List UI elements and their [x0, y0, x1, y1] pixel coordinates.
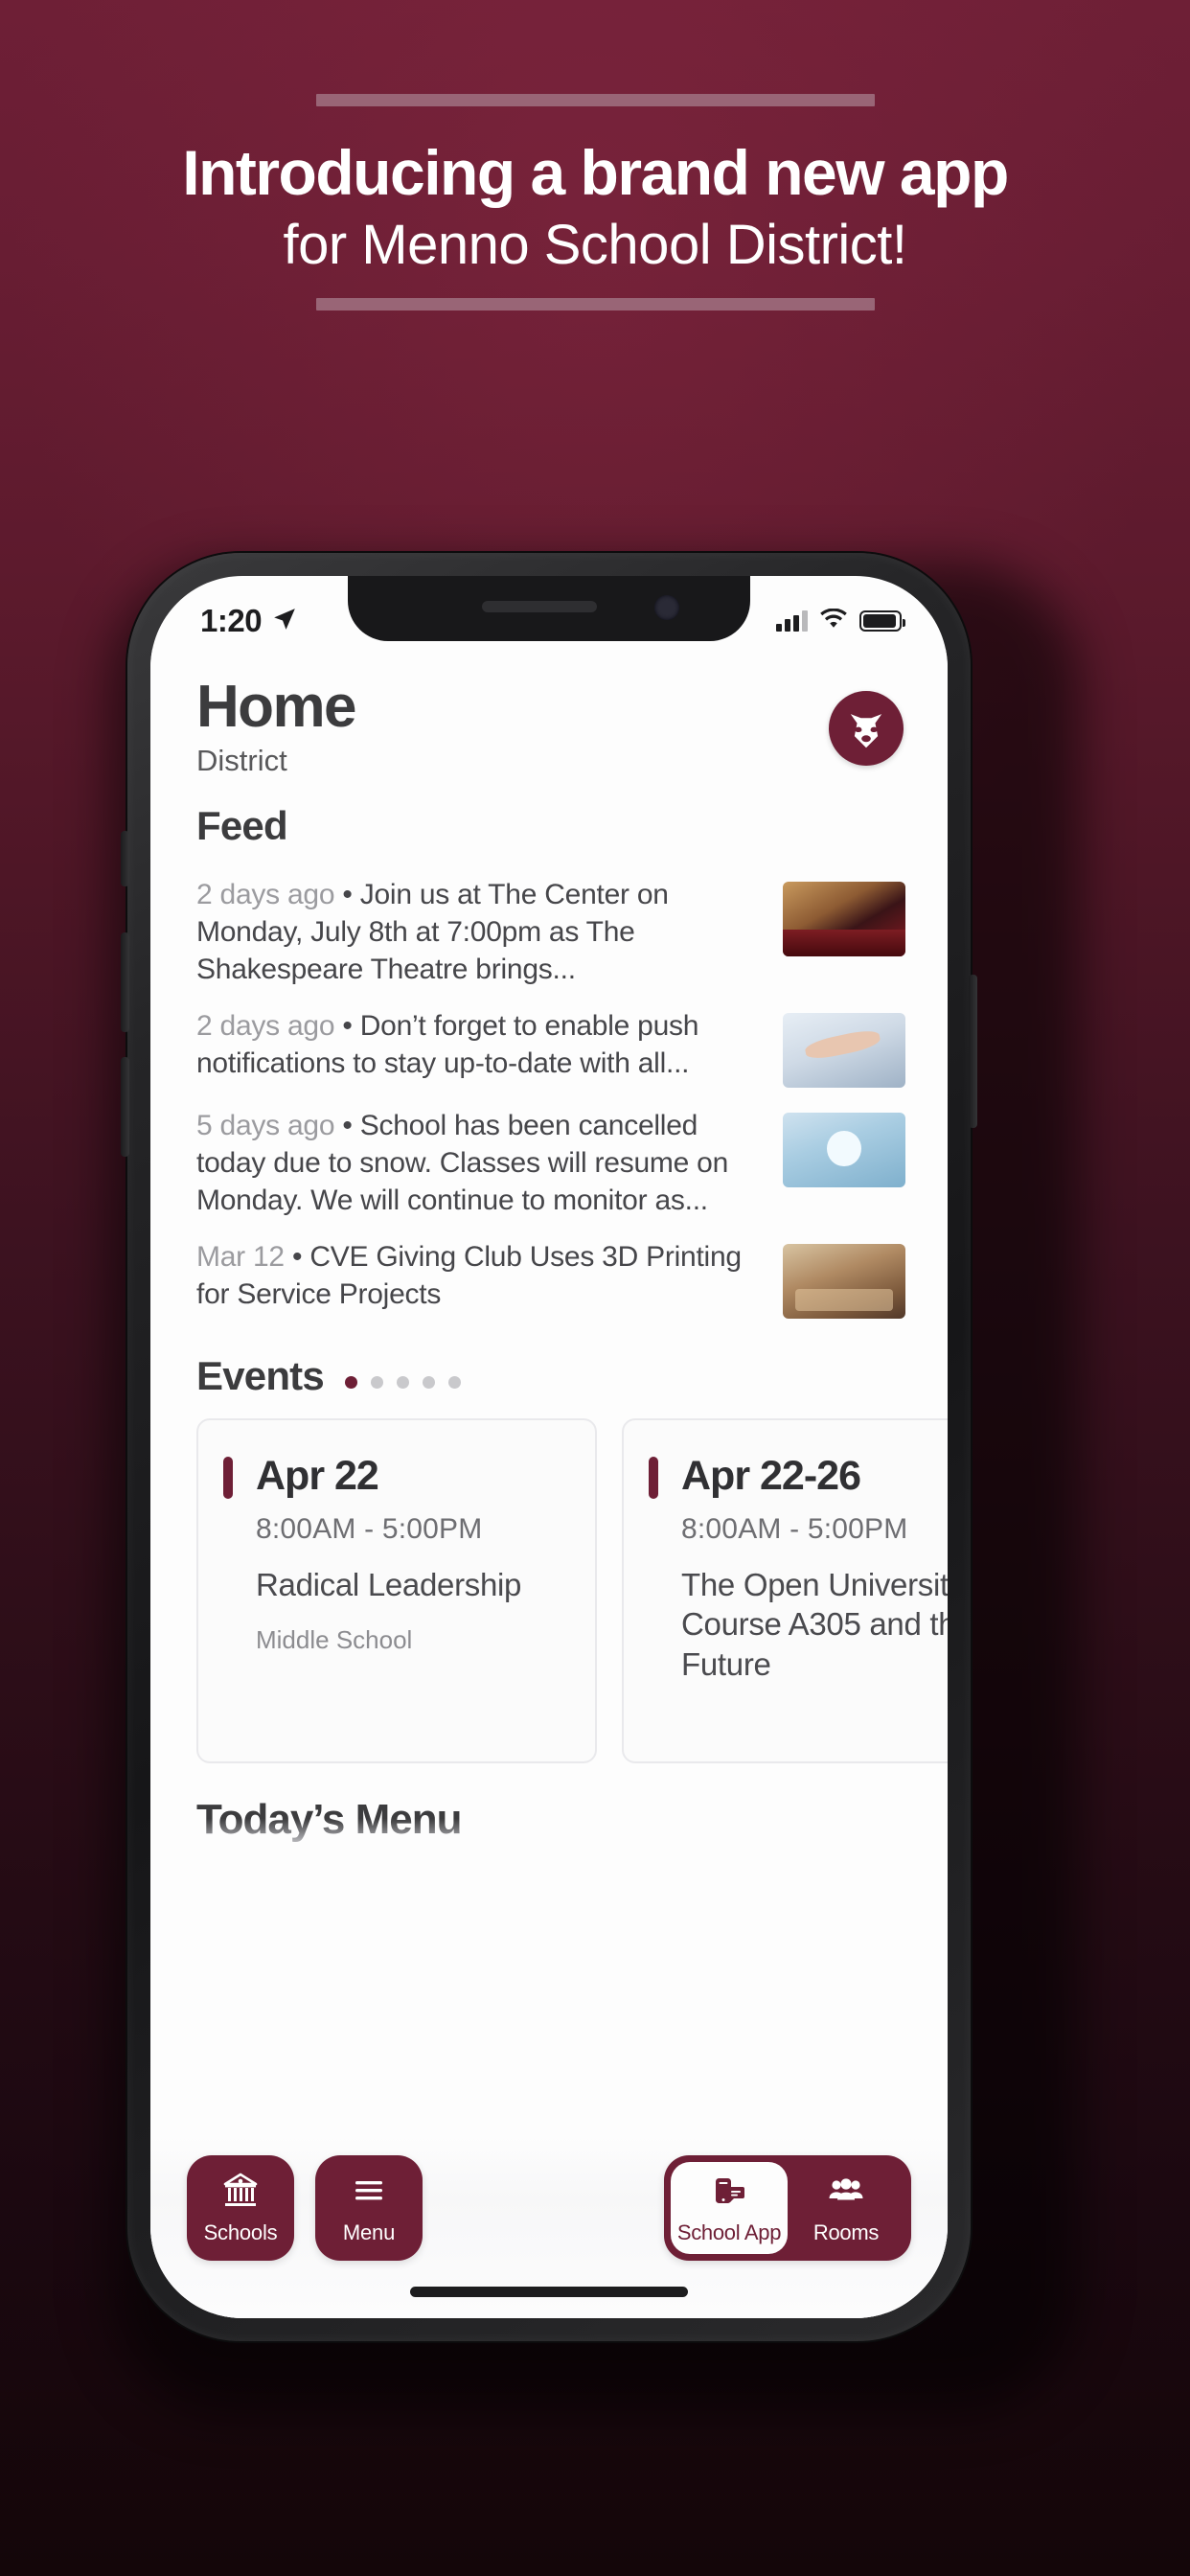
- app-header-text: Home District: [196, 674, 356, 778]
- pager-dot[interactable]: [344, 1375, 357, 1389]
- event-time: 8:00AM - 5:00PM: [681, 1513, 908, 1546]
- tab-bar-right-group: School App Rooms: [664, 2155, 911, 2261]
- volume-up-button[interactable]: [121, 932, 129, 1032]
- phone-mockup: 1:20 Home District Feed 2 days ago • Joi…: [110, 553, 1080, 2412]
- feed-section-title: Feed: [196, 803, 288, 849]
- phone-chat-icon: [707, 2172, 751, 2215]
- divider-bottom: [315, 298, 875, 311]
- tab-label: Menu: [342, 2220, 396, 2244]
- classroom-photo-thumbnail: [783, 1244, 905, 1320]
- list-item[interactable]: 2 days ago • Join us at The Center on Mo…: [196, 862, 905, 994]
- event-card[interactable]: Apr 22-26 8:00AM - 5:00PM The Open Unive…: [622, 1418, 948, 1764]
- event-date: Apr 22: [256, 1453, 379, 1500]
- todays-menu-section-title: Today’s Menu: [150, 1796, 948, 1844]
- power-button[interactable]: [969, 975, 977, 1128]
- feed-item-text: Mar 12 • CVE Giving Club Uses 3D Printin…: [196, 1238, 767, 1313]
- events-section-title: Events: [196, 1353, 325, 1399]
- tab-label: School App: [676, 2220, 782, 2244]
- feed-item-meta: 2 days ago: [196, 1010, 335, 1043]
- status-left: 1:20: [200, 603, 297, 639]
- tab-label: Schools: [203, 2220, 278, 2244]
- feed-item-separator: •: [342, 1110, 353, 1142]
- event-name: The Open University’s Course A305 and th…: [681, 1567, 948, 1682]
- app-header: Home District: [150, 649, 948, 778]
- phone-screen: 1:20 Home District Feed 2 days ago • Joi…: [150, 576, 948, 2318]
- tab-bar-left-group: Schools Menu: [187, 2155, 423, 2261]
- tab-label: Rooms: [812, 2220, 880, 2244]
- location-arrow-icon: [272, 607, 297, 636]
- status-right: [776, 608, 905, 634]
- pager-dot[interactable]: [447, 1375, 461, 1389]
- list-item[interactable]: 2 days ago • Don’t forget to enable push…: [196, 994, 905, 1093]
- snowflake-mittens-photo-thumbnail: [783, 1113, 905, 1188]
- pager-dot[interactable]: [422, 1375, 435, 1389]
- promo-header: Introducing a brand new app for Menno Sc…: [0, 0, 1190, 311]
- event-name: Radical Leadership: [256, 1567, 522, 1603]
- list-item[interactable]: 5 days ago • School has been cancelled t…: [196, 1093, 905, 1225]
- feed-item-text: 5 days ago • School has been cancelled t…: [196, 1107, 767, 1219]
- pager-dot[interactable]: [370, 1375, 383, 1389]
- events-header: Events: [150, 1353, 948, 1399]
- page-subtitle: District: [196, 744, 287, 778]
- status-clock: 1:20: [200, 603, 263, 638]
- feed-item-meta: 5 days ago: [196, 1110, 335, 1142]
- mute-switch[interactable]: [121, 831, 129, 886]
- feed-item-separator: •: [342, 879, 353, 911]
- feed-item-separator: •: [291, 1241, 303, 1274]
- event-location: Middle School: [256, 1625, 413, 1655]
- phone-body: 1:20 Home District Feed 2 days ago • Joi…: [121, 553, 977, 2341]
- phone-in-hand-photo-thumbnail: [783, 1013, 905, 1089]
- tab-rooms[interactable]: Rooms: [788, 2162, 904, 2254]
- home-indicator[interactable]: [410, 2287, 688, 2297]
- tab-school-app[interactable]: School App: [671, 2162, 788, 2254]
- feed-item-meta: 2 days ago: [196, 879, 335, 911]
- event-accent-bar: [223, 1457, 233, 1500]
- promo-subheadline: for Menno School District!: [283, 214, 907, 277]
- husky-mascot-logo[interactable]: [829, 691, 904, 766]
- theatre-photo-thumbnail: [783, 882, 905, 957]
- status-bar: 1:20: [150, 576, 948, 649]
- events-carousel[interactable]: Apr 22 8:00AM - 5:00PM Radical Leadershi…: [150, 1418, 948, 1764]
- page-title: Home: [196, 674, 356, 740]
- event-card[interactable]: Apr 22 8:00AM - 5:00PM Radical Leadershi…: [196, 1418, 597, 1764]
- volume-down-button[interactable]: [121, 1057, 129, 1157]
- husky-mascot-icon: [850, 714, 882, 748]
- events-pager-dots[interactable]: [344, 1375, 461, 1389]
- event-time: 8:00AM - 5:00PM: [256, 1513, 483, 1546]
- divider-top: [315, 94, 875, 106]
- feed-item-meta: Mar 12: [196, 1241, 285, 1274]
- hamburger-menu-icon: [347, 2171, 391, 2214]
- people-group-icon: [824, 2172, 868, 2215]
- cellular-signal-icon: [776, 610, 808, 632]
- promo-headline: Introducing a brand new app: [182, 137, 1009, 208]
- feed-item-separator: •: [342, 1010, 353, 1043]
- feed-item-text: 2 days ago • Don’t forget to enable push…: [196, 1007, 767, 1082]
- pager-dot[interactable]: [396, 1375, 409, 1389]
- battery-icon: [859, 610, 905, 632]
- tab-schools[interactable]: Schools: [187, 2155, 294, 2261]
- list-item[interactable]: Mar 12 • CVE Giving Club Uses 3D Printin…: [196, 1225, 905, 1324]
- event-accent-bar: [649, 1457, 658, 1500]
- feed-item-text: 2 days ago • Join us at The Center on Mo…: [196, 876, 767, 988]
- app-content: Home District Feed 2 days ago • Join us …: [150, 649, 948, 2318]
- tab-menu[interactable]: Menu: [315, 2155, 423, 2261]
- wifi-icon: [819, 608, 848, 634]
- event-date: Apr 22-26: [681, 1453, 861, 1500]
- bank-columns-icon: [218, 2171, 263, 2214]
- feed-list: 2 days ago • Join us at The Center on Mo…: [150, 862, 948, 1324]
